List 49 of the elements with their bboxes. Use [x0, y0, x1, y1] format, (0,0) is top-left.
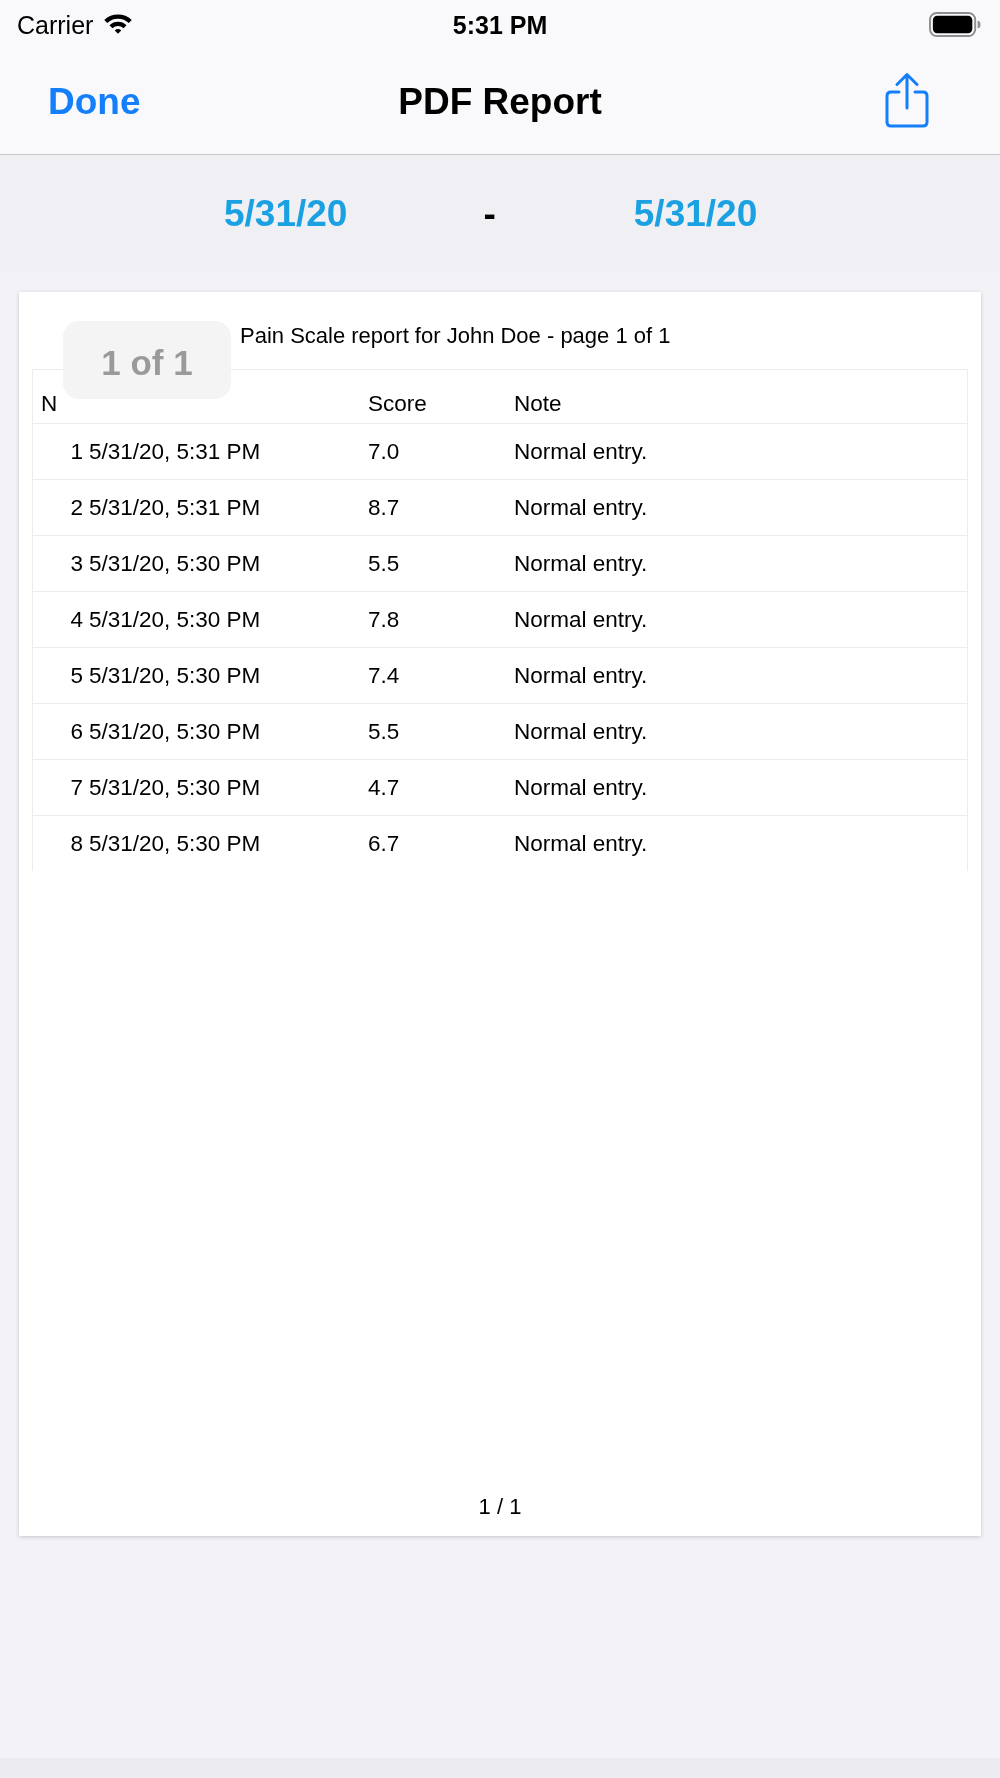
done-button[interactable]: Done — [48, 81, 141, 123]
table-cell: Normal entry. — [514, 718, 648, 744]
date-separator: - — [483, 192, 496, 235]
table-cell: 5/31/20, 5:30 PM — [89, 830, 261, 856]
row-number: 4 — [70, 606, 83, 632]
carrier-label: Carrier — [17, 10, 94, 40]
table-cell: 6.7 — [368, 830, 400, 856]
table-cell: 7.8 — [368, 606, 400, 632]
table-cell: 5/31/20, 5:30 PM — [89, 774, 261, 800]
table-cell: Normal entry. — [514, 438, 648, 464]
column-header: Score — [368, 391, 427, 416]
share-button[interactable] — [884, 72, 930, 128]
column-header: N — [41, 391, 58, 416]
row-number: 8 — [70, 830, 83, 856]
table-cell: Normal entry. — [514, 830, 648, 856]
status-time: 5:31 PM — [452, 10, 548, 40]
row-number: 7 — [70, 774, 83, 800]
wifi-icon — [103, 12, 134, 34]
start-date-button[interactable]: 5/31/20 — [224, 192, 348, 235]
table-cell: 7.0 — [368, 438, 400, 464]
table-cell: Normal entry. — [514, 494, 648, 520]
table-cell: 5/31/20, 5:30 PM — [89, 606, 261, 632]
table-cell: 4.7 — [368, 774, 400, 800]
row-number: 5 — [70, 662, 83, 688]
share-icon — [884, 72, 930, 128]
table-cell: 7.4 — [368, 662, 400, 688]
battery-icon — [929, 12, 981, 37]
table-cell: 5/31/20, 5:30 PM — [89, 662, 261, 688]
table-cell: Normal entry. — [514, 606, 648, 632]
table-cell: 5/31/20, 5:31 PM — [89, 494, 261, 520]
table-cell: 8.7 — [368, 494, 400, 520]
table-cell: 5.5 — [368, 550, 400, 576]
table-cell: 5/31/20, 5:30 PM — [89, 718, 261, 744]
report-title: Pain Scale report for John Doe - page 1 of 1 — [240, 323, 672, 350]
row-number: 6 — [70, 718, 83, 744]
page-number: 1 / 1 — [478, 1494, 522, 1519]
table-cell: Normal entry. — [514, 662, 648, 688]
table-cell: 5/31/20, 5:30 PM — [89, 550, 261, 576]
nav-title: PDF Report — [398, 81, 602, 123]
table-cell: 5.5 — [368, 718, 400, 744]
end-date-button[interactable]: 5/31/20 — [633, 192, 758, 235]
row-number: 3 — [70, 550, 83, 576]
row-number: 1 — [70, 438, 83, 464]
row-number: 2 — [70, 494, 83, 520]
column-header: Note — [514, 391, 562, 416]
table-cell: 5/31/20, 5:31 PM — [89, 438, 261, 464]
table-cell: Normal entry. — [514, 550, 648, 576]
page-indicator: 1 of 1 — [63, 321, 231, 399]
table-cell: Normal entry. — [514, 774, 648, 800]
